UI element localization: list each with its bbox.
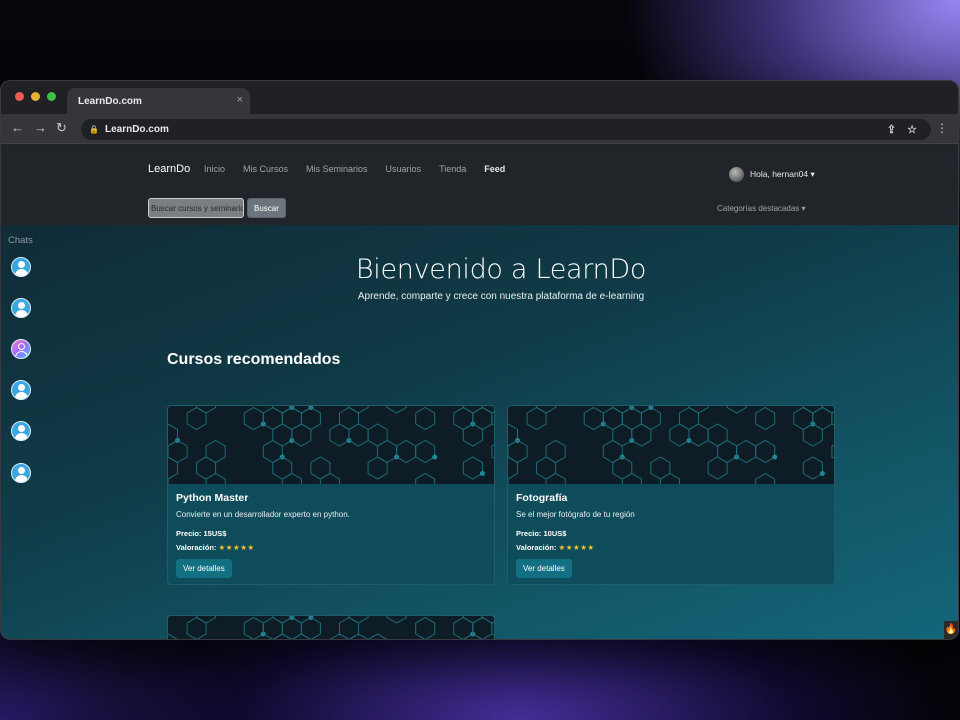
course-rating: Valoración: ★★★★★ <box>516 543 826 552</box>
chat-avatar-icon[interactable] <box>11 339 31 359</box>
user-menu[interactable]: Hola, hernan04 ▾ <box>729 167 815 182</box>
course-description: Convierte en un desarrollador experto en… <box>176 510 350 519</box>
chat-avatar-icon[interactable] <box>11 421 31 441</box>
browser-tab[interactable]: LearnDo.com × <box>67 88 250 114</box>
minimize-window-button[interactable] <box>31 92 40 101</box>
course-card: Python Master Convierte en un desarrolla… <box>167 405 495 585</box>
chats-title: Chats <box>8 235 33 246</box>
search-button[interactable]: Buscar <box>247 198 286 218</box>
site-brand[interactable]: LearnDo <box>148 163 190 175</box>
nav-link-tienda[interactable]: Tienda <box>439 164 466 174</box>
rating-stars-icon: ★★★★★ <box>558 543 595 552</box>
lock-icon: 🔒 <box>89 125 99 134</box>
close-window-button[interactable] <box>15 92 24 101</box>
course-image <box>508 406 834 484</box>
course-description: Se el mejor fotógrafo de tu región <box>516 510 635 519</box>
course-title: Python Master <box>176 492 249 504</box>
browser-window: LearnDo.com × ← → ↻ 🔒 LearnDo.com ⇪ ☆ ⋮ … <box>1 81 958 639</box>
forward-icon[interactable]: → <box>34 120 47 136</box>
address-bar[interactable]: 🔒 LearnDo.com ⇪ ☆ <box>81 119 931 140</box>
rating-label: Valoración: <box>176 543 217 552</box>
hero-title: Bienvenido a LearnDo <box>355 254 647 285</box>
course-card: Fotografía Se el mejor fotógrafo de tu r… <box>507 405 835 585</box>
chat-avatar-icon[interactable] <box>11 463 31 483</box>
details-button[interactable]: Ver detalles <box>176 559 232 578</box>
hexagon-pattern <box>168 406 494 484</box>
url-text: LearnDo.com <box>104 124 169 135</box>
nav-link-inicio[interactable]: Inicio <box>204 164 225 174</box>
bookmark-star-icon[interactable]: ☆ <box>907 123 917 136</box>
site-navbar: LearnDo Inicio Mis Cursos Mis Seminarios… <box>1 145 958 225</box>
chat-avatar-icon[interactable] <box>11 380 31 400</box>
course-price: Precio: 10US$ <box>516 529 567 538</box>
rating-label: Valoración: <box>516 543 557 552</box>
fire-icon[interactable]: 🔥 <box>944 621 958 639</box>
share-icon[interactable]: ⇪ <box>887 123 896 136</box>
course-image <box>168 406 494 484</box>
search-input[interactable] <box>148 198 244 218</box>
kebab-menu-icon[interactable]: ⋮ <box>936 121 948 135</box>
course-rating: Valoración: ★★★★★ <box>176 543 486 552</box>
nav-links: Inicio Mis Cursos Mis Seminarios Usuario… <box>204 164 505 174</box>
nav-link-mis-cursos[interactable]: Mis Cursos <box>243 164 288 174</box>
browser-toolbar: ← → ↻ 🔒 LearnDo.com ⇪ ☆ ⋮ <box>1 114 958 144</box>
rating-stars-icon: ★★★★★ <box>218 543 255 552</box>
nav-link-feed[interactable]: Feed <box>484 164 505 174</box>
details-button[interactable]: Ver detalles <box>516 559 572 578</box>
section-title: Cursos recomendados <box>167 351 341 368</box>
maximize-window-button[interactable] <box>47 92 56 101</box>
user-avatar <box>729 167 744 182</box>
course-card-partial <box>167 615 495 639</box>
course-price: Precio: 15US$ <box>176 529 227 538</box>
web-page: LearnDo Inicio Mis Cursos Mis Seminarios… <box>1 145 958 639</box>
search-form: Buscar <box>148 198 286 218</box>
user-greeting: Hola, hernan04 ▾ <box>750 169 815 179</box>
window-controls <box>15 92 56 101</box>
back-icon[interactable]: ← <box>11 120 24 136</box>
hero-subtitle: Aprende, comparte y crece con nuestra pl… <box>357 291 645 302</box>
tab-close-icon[interactable]: × <box>237 94 243 106</box>
hexagon-pattern <box>168 616 494 639</box>
course-title: Fotografía <box>516 492 568 504</box>
hexagon-pattern <box>508 406 834 484</box>
categories-dropdown[interactable]: Categorías destacadas ▾ <box>717 204 806 213</box>
tab-title: LearnDo.com <box>78 95 142 107</box>
nav-link-usuarios[interactable]: Usuarios <box>386 164 422 174</box>
reload-icon[interactable]: ↻ <box>56 120 67 136</box>
tab-bar: LearnDo.com × <box>1 81 958 114</box>
nav-link-mis-seminarios[interactable]: Mis Seminarios <box>306 164 368 174</box>
